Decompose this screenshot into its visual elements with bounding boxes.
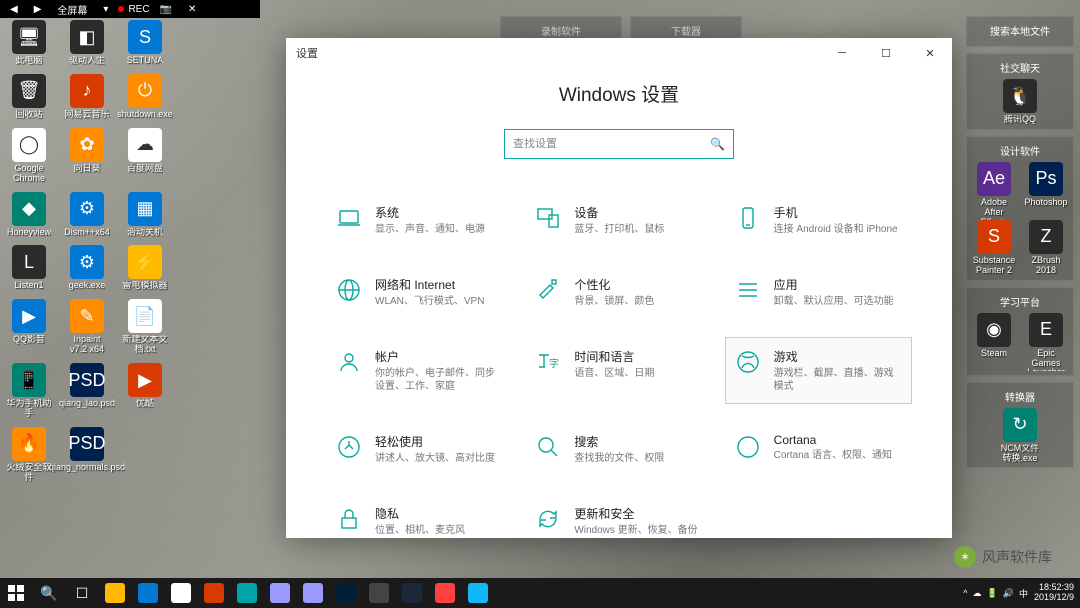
taskbar-clock[interactable]: 18:52:39 2019/12/9 <box>1034 583 1074 603</box>
desktop-icon[interactable]: 📱华为手机助手 <box>6 363 52 419</box>
desktop-icon[interactable]: ✎Inpaint v7.2 x64 <box>64 299 110 355</box>
phone-icon <box>734 204 762 232</box>
tray-icon[interactable]: 🔊 <box>1003 588 1014 599</box>
lang-icon: 字 <box>534 348 562 376</box>
desktop-icon[interactable]: 🖥此电脑 <box>6 20 52 66</box>
taskbar-folder[interactable] <box>99 578 131 608</box>
minimize-button[interactable]: ─ <box>820 38 864 68</box>
taskbar-st[interactable] <box>396 578 428 608</box>
tray-icon[interactable]: ☁ <box>973 588 982 599</box>
desktop-icon[interactable]: ⏻shutdown.exe <box>122 74 168 120</box>
desktop-icon[interactable]: ♪网易云音乐 <box>64 74 110 120</box>
taskbar-task[interactable]: ☐ <box>66 578 98 608</box>
taskbar-sp[interactable] <box>198 578 230 608</box>
taskbar-win[interactable] <box>0 578 32 608</box>
tray-icon[interactable]: ^ <box>963 588 967 598</box>
apps-icon <box>734 276 762 304</box>
window-title: 设置 <box>296 45 318 61</box>
desktop-icon[interactable]: EEpic Games Launcher <box>1023 313 1069 371</box>
desktop-icon[interactable]: 🔥火绒安全软件 <box>6 427 52 483</box>
settings-category-search[interactable]: 搜索查找我的文件、权限 <box>525 422 712 476</box>
desktop-icon[interactable]: PSDqiang_lao.psd <box>64 363 110 419</box>
settings-category-user[interactable]: 帐户你的帐户、电子邮件、同步设置、工作、家庭 <box>326 337 513 404</box>
desktop-icon[interactable]: ◯Google Chrome <box>6 128 52 184</box>
tray-icon[interactable]: 🔋 <box>987 588 998 599</box>
desktop-icon[interactable]: SSETUNA <box>122 20 168 66</box>
search-local-files[interactable]: 搜索本地文件 <box>973 21 1067 42</box>
taskbar-store[interactable] <box>165 578 197 608</box>
update-icon <box>534 505 562 533</box>
cortana-icon <box>734 433 762 461</box>
desktop-icon[interactable]: ◧驱动人生 <box>64 20 110 66</box>
search-icon <box>534 433 562 461</box>
settings-category-ease[interactable]: 轻松使用讲述人、放大镜、高对比度 <box>326 422 513 476</box>
laptop-icon <box>335 204 363 232</box>
desktop-icon[interactable]: LListen1 <box>6 245 52 291</box>
desktop-icon[interactable]: ⚡雷电模拟器 <box>122 245 168 291</box>
devices-icon <box>534 204 562 232</box>
brush-icon <box>534 276 562 304</box>
settings-category-lang[interactable]: 字时间和语言语音、区域、日期 <box>525 337 712 404</box>
desktop-icon[interactable]: ↻NCM文件转换.exe <box>997 408 1043 464</box>
desktop-icon[interactable]: ▶QQ影音 <box>6 299 52 355</box>
desktop-icon[interactable]: ⚙Dism++x64 <box>64 192 110 238</box>
settings-category-laptop[interactable]: 系统显示、声音、通知、电源 <box>326 193 513 247</box>
desktop-icon[interactable]: 📄新建文本文档.txt <box>122 299 168 355</box>
desktop-icon[interactable]: ◆Honeyview <box>6 192 52 238</box>
desktop-icon[interactable]: ZZBrush 2018 <box>1023 220 1069 276</box>
desktop-icon[interactable]: PSDqiang_normals.psd <box>64 427 110 483</box>
settings-category-xbox[interactable]: 游戏游戏栏、截屏、直播、游戏模式 <box>725 337 912 404</box>
xbox-icon <box>734 348 762 376</box>
taskbar-mx[interactable] <box>231 578 263 608</box>
search-icon: 🔍 <box>710 137 725 151</box>
search-box[interactable]: 🔍 <box>504 129 734 159</box>
settings-category-update[interactable]: 更新和安全Windows 更新、恢复、备份 <box>525 494 712 538</box>
desktop-icon[interactable]: ▶优酷 <box>122 363 168 419</box>
desktop-icon[interactable]: ✿向日葵 <box>64 128 110 184</box>
titlebar: 设置 ─ ☐ ✕ <box>286 38 952 68</box>
settings-category-lock[interactable]: 隐私位置、相机、麦克风 <box>326 494 513 538</box>
taskbar-ps[interactable] <box>330 578 362 608</box>
globe-icon <box>335 276 363 304</box>
tray-icon[interactable]: 中 <box>1019 587 1028 600</box>
taskbar-yk[interactable] <box>429 578 461 608</box>
desktop-icon[interactable]: SSubstance Painter 2 <box>971 220 1017 276</box>
taskbar-pr[interactable] <box>297 578 329 608</box>
user-icon <box>335 348 363 376</box>
desktop-icon[interactable]: ⚙geek.exe <box>64 245 110 291</box>
taskbar-edge[interactable] <box>132 578 164 608</box>
settings-category-phone[interactable]: 手机连接 Android 设备和 iPhone <box>725 193 912 247</box>
settings-category-globe[interactable]: 网络和 InternetWLAN、飞行模式、VPN <box>326 265 513 319</box>
taskbar-zb[interactable] <box>363 578 395 608</box>
recording-bar: ◀▶ 全屏幕 ▾ REC 📷 ✕ <box>0 0 260 18</box>
lock-icon <box>335 505 363 533</box>
taskbar-ae[interactable] <box>264 578 296 608</box>
settings-heading: Windows 设置 <box>326 80 912 107</box>
settings-category-brush[interactable]: 个性化背景、锁屏、颜色 <box>525 265 712 319</box>
taskbar: 🔍☐ ^ ☁ 🔋 🔊 中 18:52:39 2019/12/9 <box>0 578 1080 608</box>
watermark: ✶ 风声软件库 <box>954 546 1052 568</box>
desktop-icon[interactable]: ▦滑动关机 <box>122 192 168 238</box>
desktop-icon[interactable]: 🐧腾讯QQ <box>997 79 1043 125</box>
desktop-icon[interactable]: AeAdobe After Effects CC... <box>971 162 1017 220</box>
svg-text:字: 字 <box>549 357 559 370</box>
maximize-button[interactable]: ☐ <box>864 38 908 68</box>
settings-window: 设置 ─ ☐ ✕ Windows 设置 🔍 系统显示、声音、通知、电源设备蓝牙、… <box>286 38 952 538</box>
settings-category-cortana[interactable]: CortanaCortana 语言、权限、通知 <box>725 422 912 476</box>
settings-category-apps[interactable]: 应用卸载、默认应用、可选功能 <box>725 265 912 319</box>
desktop-icon[interactable]: ◉Steam <box>971 313 1017 371</box>
close-button[interactable]: ✕ <box>908 38 952 68</box>
desktop-icon[interactable]: ☁百度网盘 <box>122 128 168 184</box>
taskbar-search[interactable]: 🔍 <box>33 578 65 608</box>
search-input[interactable] <box>513 138 710 150</box>
taskbar-qq[interactable] <box>462 578 494 608</box>
desktop-icon[interactable]: PsPhotoshop <box>1023 162 1069 220</box>
desktop-icon[interactable]: 🗑回收站 <box>6 74 52 120</box>
settings-category-devices[interactable]: 设备蓝牙、打印机、鼠标 <box>525 193 712 247</box>
ease-icon <box>335 433 363 461</box>
